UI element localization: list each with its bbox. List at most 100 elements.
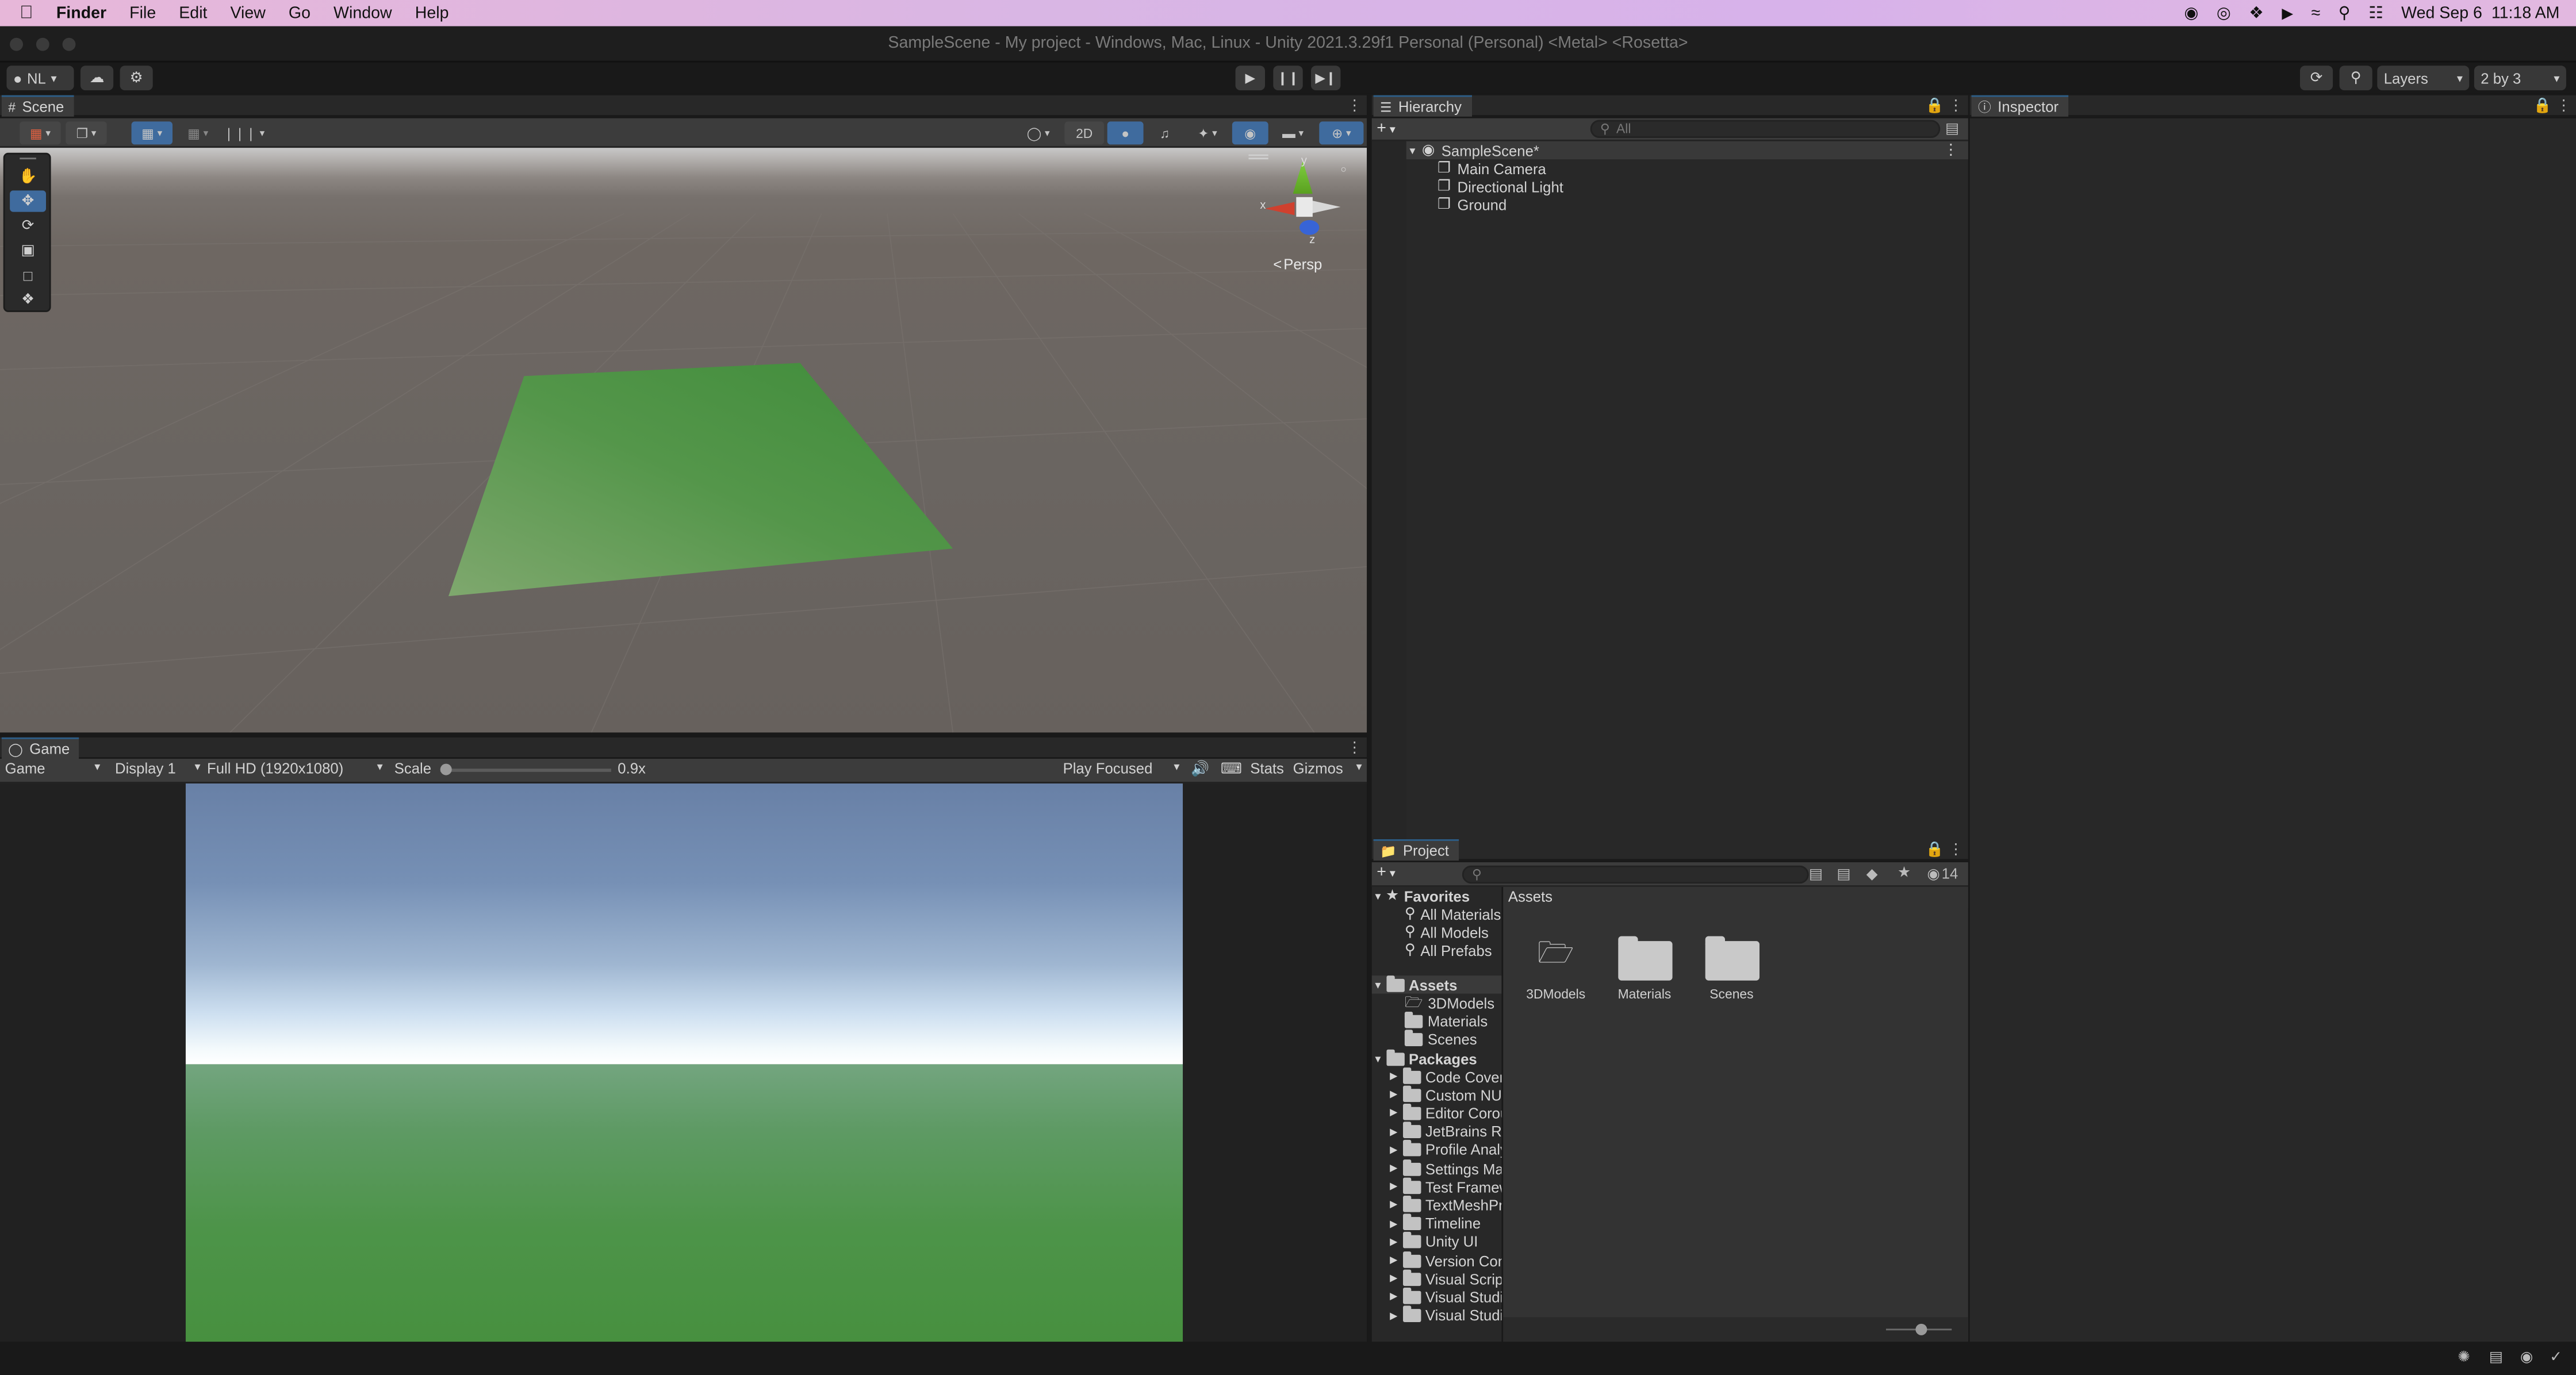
assets-header[interactable]: ▾ Assets — [1371, 974, 1502, 994]
dropbox-icon[interactable]: ❖ — [2249, 4, 2264, 22]
package-item[interactable]: ▶ Visual Studio Editor — [1390, 1305, 1501, 1324]
breadcrumb-assets[interactable]: Assets — [1508, 889, 1552, 905]
search-by-type-icon[interactable]: ▤ — [1809, 866, 1823, 884]
view-options-dropdown[interactable]: ❐ ▾ — [66, 121, 107, 145]
tab-scene[interactable]: # Scene — [1, 95, 74, 117]
resolution-select[interactable]: Full HD (1920x1080) ▾ — [207, 761, 383, 780]
more-options-icon[interactable]: ⋮ — [1949, 97, 1964, 115]
package-item[interactable]: ▶ JetBrains Rider Editor — [1390, 1121, 1501, 1140]
audio-toggle[interactable]: ♫ — [1147, 121, 1183, 144]
keyboard-shortcuts-icon[interactable]: ⌨ — [1221, 761, 1242, 778]
camera-settings-dropdown[interactable]: ▬ ▾ — [1271, 121, 1314, 144]
expand-arrow-icon[interactable]: ▶ — [1390, 1089, 1397, 1101]
tag-icon[interactable]: ◆ — [1866, 866, 1878, 884]
package-item[interactable]: ▶ Custom NUnit — [1390, 1085, 1501, 1104]
asset-grid-item[interactable]: 🗁 3DModels — [1523, 933, 1589, 1002]
menu-file[interactable]: File — [129, 4, 156, 22]
progress-icon[interactable]: ▤ — [2489, 1349, 2503, 1366]
game-view-render[interactable] — [185, 783, 1183, 1342]
perspective-toggle[interactable]: < Persp — [1273, 256, 1322, 273]
tab-hierarchy[interactable]: ☰ Hierarchy — [1373, 95, 1472, 117]
more-options-icon[interactable]: ⋮ — [1943, 141, 1958, 159]
panel-splitter-vertical[interactable] — [1367, 95, 1372, 1342]
star-icon[interactable]: ★ — [1897, 864, 1911, 882]
scale-slider-track[interactable] — [440, 769, 611, 772]
media-play-icon[interactable]: ▶ — [2282, 4, 2293, 22]
effects-dropdown[interactable]: ✦ ▾ — [1186, 121, 1229, 144]
expand-arrow-icon[interactable]: ▶ — [1390, 1108, 1397, 1119]
debug-bug-icon[interactable]: ✺ — [2458, 1349, 2470, 1366]
step-button[interactable]: ▶❙ — [1311, 66, 1341, 91]
package-item[interactable]: ▶ Test Framework — [1390, 1177, 1501, 1196]
grid-snapping-toggle[interactable]: ▦ ▾ — [178, 121, 218, 144]
scale-slider-thumb[interactable] — [440, 763, 452, 775]
hierarchy-item[interactable]: ❐ Ground — [1438, 195, 1506, 213]
asset-folder-item[interactable]: Materials — [1404, 1011, 1488, 1030]
expand-arrow-icon[interactable]: ▶ — [1390, 1255, 1397, 1266]
icon-size-slider-thumb[interactable] — [1915, 1323, 1927, 1335]
gizmo-center-cube[interactable] — [1296, 197, 1313, 217]
transform-tool-button[interactable]: ❖ — [10, 289, 46, 310]
cloud-button[interactable]: ☁ — [80, 66, 114, 91]
tab-game[interactable]: ◯ Game — [1, 737, 80, 759]
scene-visibility-icon[interactable]: ▤ — [1945, 120, 1959, 138]
asset-grid-item[interactable]: Scenes — [1699, 933, 1764, 1002]
account-dropdown[interactable]: ● NL ▾ — [6, 66, 74, 91]
move-tool-button[interactable]: ✥ — [10, 190, 46, 212]
package-item[interactable]: ▶ TextMeshPro — [1390, 1195, 1501, 1214]
expand-arrow-icon[interactable]: ▶ — [1390, 1071, 1397, 1082]
expand-arrow-icon[interactable]: ▶ — [1390, 1163, 1397, 1174]
package-item[interactable]: ▶ Code Coverage — [1390, 1066, 1501, 1085]
search-button[interactable]: ⚲ — [2339, 66, 2372, 91]
rotate-tool-button[interactable]: ⟳ — [10, 215, 46, 236]
more-options-icon[interactable]: ⋮ — [1949, 841, 1964, 859]
checkmark-icon[interactable]: ✓ — [2550, 1349, 2562, 1366]
layout-dropdown[interactable]: 2 by 3 ▾ — [2474, 66, 2566, 91]
incremental-snap-dropdown[interactable]: ❘❘❘ ▾ — [223, 121, 264, 144]
gizmos-dropdown[interactable]: ⊕ ▾ — [1319, 121, 1364, 145]
spotlight-search-icon[interactable]: ⚲ — [2339, 4, 2351, 22]
scene-visibility-toggle[interactable]: ◉ — [1232, 121, 1268, 145]
menu-view[interactable]: View — [230, 4, 265, 22]
play-button[interactable]: ▶ — [1235, 66, 1265, 91]
gizmo-lock-handle[interactable] — [1248, 154, 1268, 156]
menu-edit[interactable]: Edit — [179, 4, 207, 22]
pause-button[interactable]: ❙❙ — [1273, 66, 1303, 91]
expand-arrow-icon[interactable]: ▾ — [1409, 144, 1415, 157]
layers-dropdown[interactable]: Layers ▾ — [2377, 66, 2470, 91]
ground-plane[interactable] — [448, 363, 953, 597]
more-options-icon[interactable]: ⋮ — [2556, 97, 2571, 115]
apple-icon[interactable]:  — [20, 3, 33, 23]
expand-arrow-icon[interactable]: ▶ — [1390, 1126, 1397, 1138]
project-search-input[interactable]: ⚲ — [1462, 865, 1809, 884]
asset-grid-item[interactable]: Materials — [1612, 933, 1677, 1002]
menu-app-name[interactable]: Finder — [56, 4, 106, 22]
control-center-icon[interactable]: ☷ — [2368, 4, 2383, 22]
stats-button[interactable]: Stats — [1250, 761, 1284, 777]
asset-folder-item[interactable]: 🗁 3DModels — [1405, 993, 1494, 1012]
collab-settings-button[interactable]: ⚙ — [120, 66, 153, 91]
favorite-item[interactable]: ⚲ All Prefabs — [1405, 941, 1492, 959]
axis-x-cone[interactable] — [1265, 202, 1295, 216]
game-view-select[interactable]: Game ▾ — [5, 761, 101, 780]
package-item[interactable]: ▶ Visual Studio Code Editor — [1390, 1287, 1501, 1306]
tab-project[interactable]: 📁 Project — [1373, 839, 1459, 861]
package-item[interactable]: ▶ Profile Analyzer — [1390, 1140, 1501, 1159]
wifi-icon[interactable]: ≈ — [2312, 4, 2321, 22]
hidden-packages-toggle[interactable]: ◉ 14 — [1927, 866, 1958, 884]
package-item[interactable]: ▶ Timeline — [1390, 1213, 1481, 1232]
draw-mode-dropdown[interactable]: ▦ ▾ — [20, 121, 61, 145]
hand-tool-button[interactable]: ✋ — [10, 166, 46, 187]
packages-header[interactable]: ▾ Packages — [1375, 1048, 1477, 1067]
package-item[interactable]: ▶ Visual Scripting — [1390, 1269, 1501, 1288]
mute-audio-icon[interactable]: 🔊 — [1191, 761, 1209, 778]
menubar-clock[interactable]: Wed Sep 6 11:18 AM — [2401, 4, 2559, 22]
expand-arrow-icon[interactable]: ▶ — [1390, 1273, 1397, 1285]
lighting-toggle[interactable]: ● — [1107, 121, 1144, 145]
more-options-icon[interactable]: ⋮ — [1347, 97, 1362, 115]
axis-z-cone[interactable] — [1300, 220, 1320, 235]
package-item[interactable]: ▶ Editor Coroutines — [1390, 1103, 1501, 1122]
hierarchy-scene-row[interactable]: ▾ ◉ SampleScene* ⋮ — [1406, 141, 1968, 160]
play-mode-select[interactable]: Play Focused ▾ — [1063, 761, 1180, 780]
expand-arrow-icon[interactable]: ▶ — [1390, 1218, 1397, 1230]
